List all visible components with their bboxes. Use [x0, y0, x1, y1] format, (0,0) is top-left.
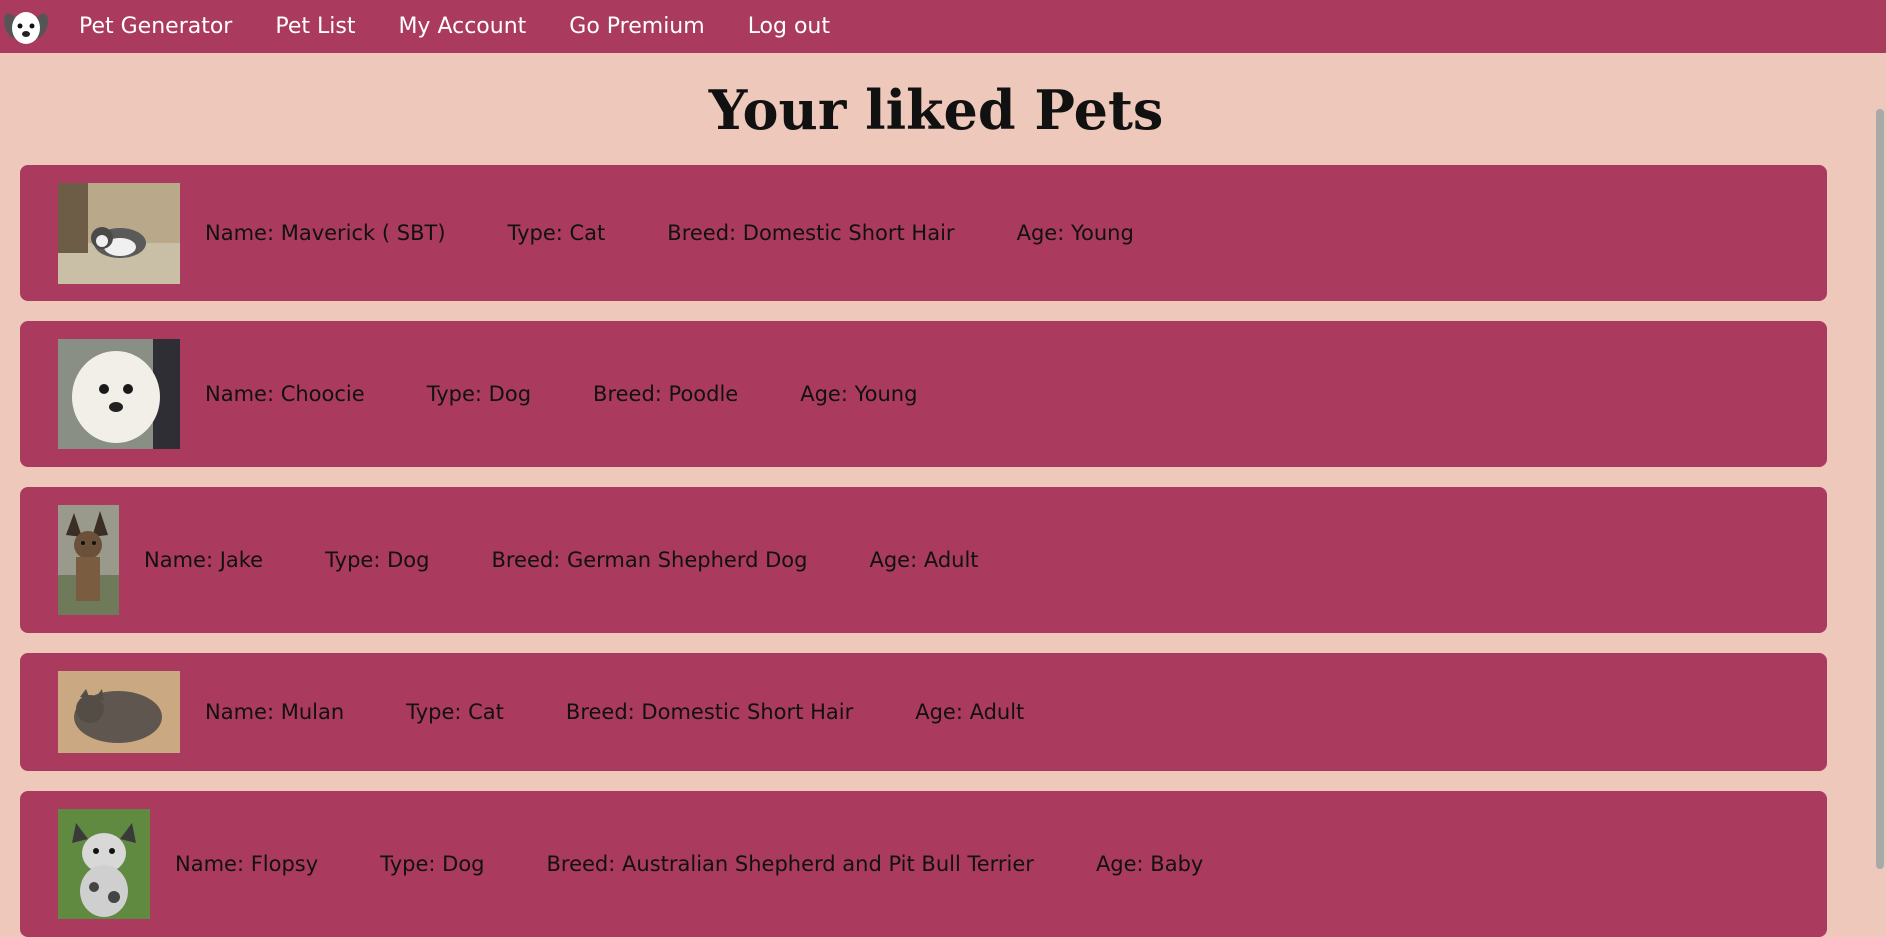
dog-face-icon[interactable]: [1, 2, 51, 52]
scroll-thumb[interactable]: [1876, 109, 1884, 869]
dog-photo: [58, 505, 119, 615]
pet-breed: Breed: German Shepherd Dog: [491, 548, 808, 572]
scrollbar[interactable]: [1872, 53, 1886, 917]
pet-card: Name: Flopsy Type: Dog Breed: Australian…: [20, 791, 1827, 937]
dog-photo: [58, 809, 150, 919]
nav-go-premium[interactable]: Go Premium: [569, 14, 704, 39]
pet-age: Age: Adult: [915, 700, 1025, 724]
pet-breed: Breed: Australian Shepherd and Pit Bull …: [546, 852, 1034, 876]
nav-log-out[interactable]: Log out: [748, 14, 830, 39]
pet-breed: Breed: Poodle: [593, 382, 739, 406]
dog-photo: [58, 339, 180, 449]
page-title: Your liked Pets: [708, 78, 1164, 142]
pet-name: Name: Maverick ( SBT): [205, 221, 446, 245]
pet-type: Type: Dog: [426, 382, 532, 406]
navbar: Pet Generator Pet List My Account Go Pre…: [0, 0, 1886, 53]
cat-photo: [58, 671, 180, 753]
pet-type: Type: Dog: [380, 852, 485, 876]
pet-age: Age: Baby: [1095, 852, 1204, 876]
nav-my-account[interactable]: My Account: [398, 14, 526, 39]
pet-card: Name: Mulan Type: Cat Breed: Domestic Sh…: [20, 653, 1827, 771]
pet-card: Name: Maverick ( SBT) Type: Cat Breed: D…: [20, 165, 1827, 301]
pet-age: Age: Young: [800, 382, 918, 406]
pet-age: Age: Young: [1016, 221, 1134, 245]
pet-name: Name: Mulan: [205, 700, 345, 724]
pet-breed: Breed: Domestic Short Hair: [667, 221, 955, 245]
cat-photo: [58, 182, 180, 284]
pet-type: Type: Dog: [325, 548, 430, 572]
nav-pet-generator[interactable]: Pet Generator: [79, 14, 232, 39]
pet-name: Name: Choocie: [205, 382, 365, 406]
nav-pet-list[interactable]: Pet List: [275, 14, 355, 39]
pet-card: Name: Jake Type: Dog Breed: German Sheph…: [20, 487, 1827, 633]
pet-name: Name: Flopsy: [175, 852, 319, 876]
pet-type: Type: Cat: [507, 221, 606, 245]
pet-name: Name: Jake: [144, 548, 264, 572]
pet-age: Age: Adult: [869, 548, 979, 572]
pet-type: Type: Cat: [406, 700, 504, 724]
pet-breed: Breed: Domestic Short Hair: [565, 700, 854, 724]
pet-card: Name: Choocie Type: Dog Breed: Poodle Ag…: [20, 321, 1827, 467]
